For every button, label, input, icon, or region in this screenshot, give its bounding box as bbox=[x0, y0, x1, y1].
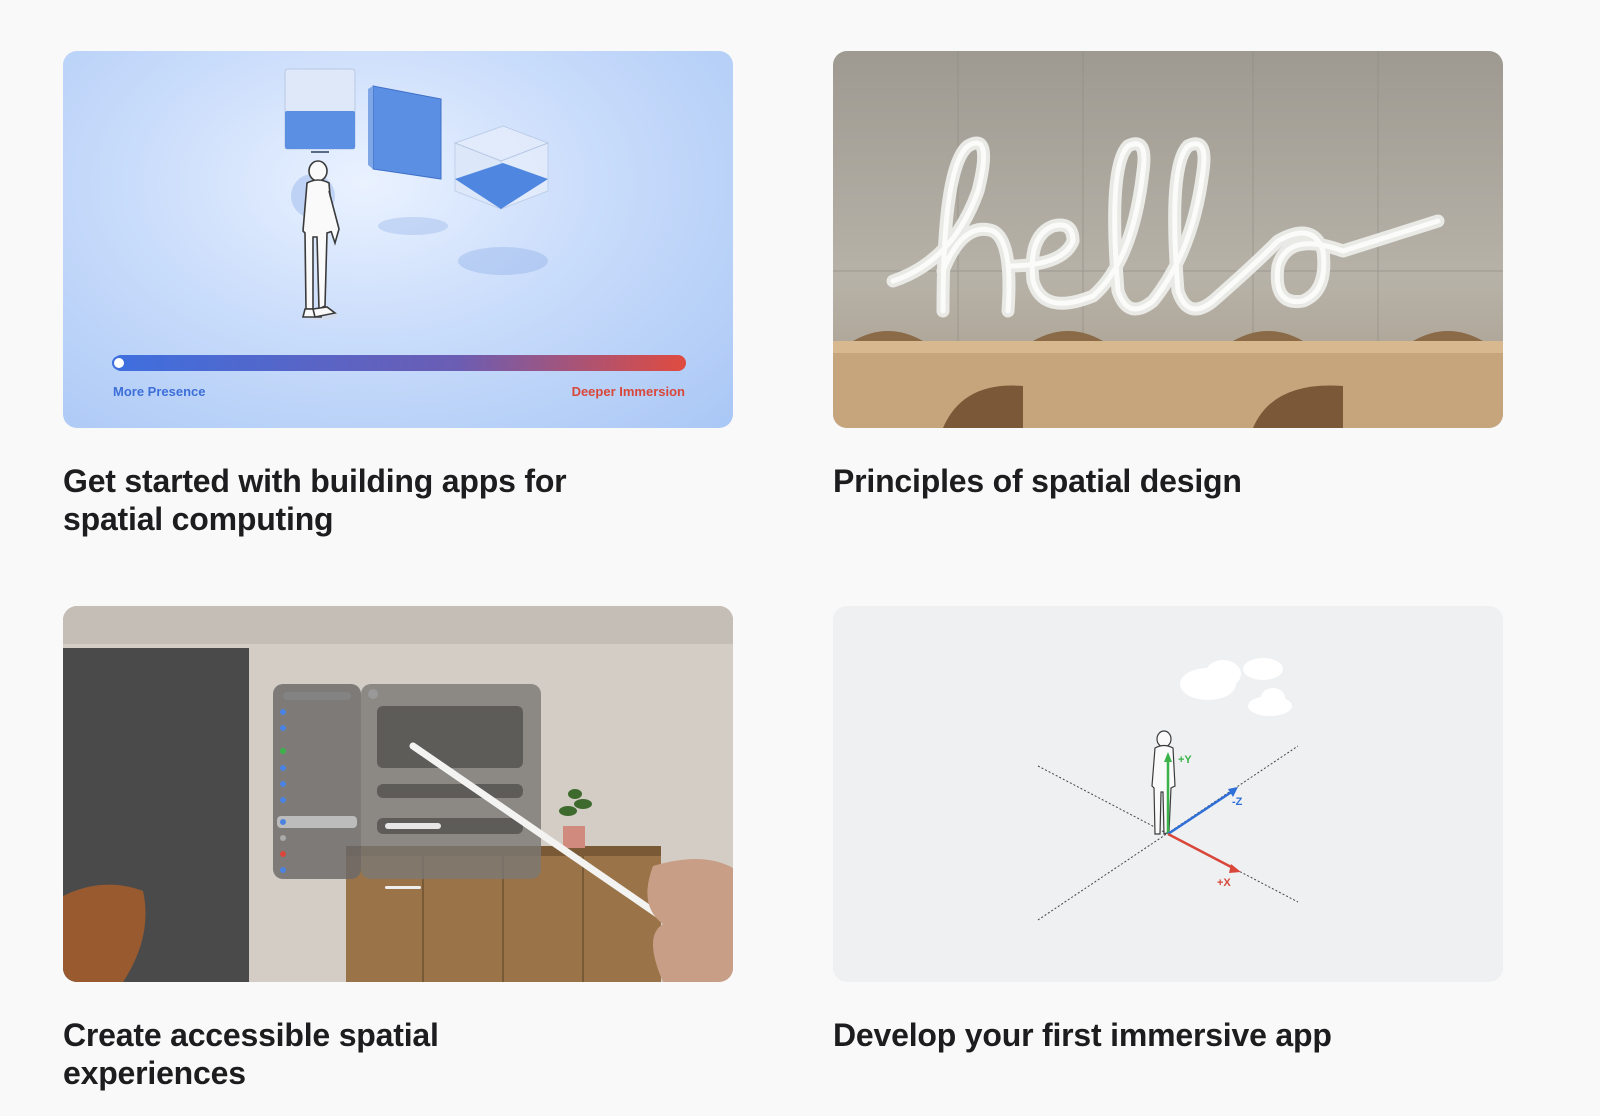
card-image-hello-sign bbox=[833, 51, 1503, 428]
card-get-started[interactable]: More Presence Deeper Immersion Get start… bbox=[63, 51, 733, 538]
more-presence-label: More Presence bbox=[113, 384, 206, 399]
card-accessible-experiences[interactable]: Create accessible spatial experiences bbox=[63, 606, 733, 1092]
axis-x-label: +X bbox=[1217, 877, 1231, 889]
axis-z-label: -Z bbox=[1232, 796, 1243, 808]
immersion-slider-track bbox=[113, 355, 686, 371]
card-image-immersion-spectrum: More Presence Deeper Immersion bbox=[63, 51, 733, 428]
accessibility-room-illustration bbox=[63, 606, 733, 982]
article-grid: More Presence Deeper Immersion Get start… bbox=[0, 0, 1600, 1116]
axes-illustration bbox=[1037, 658, 1299, 921]
card-title: Principles of spatial design bbox=[833, 463, 1242, 499]
person-figure bbox=[301, 160, 340, 320]
axis-y-label: +Y bbox=[1178, 754, 1192, 766]
immersion-illustration bbox=[112, 68, 686, 371]
hello-room-illustration bbox=[833, 51, 1503, 428]
card-spatial-design[interactable]: Principles of spatial design bbox=[833, 51, 1503, 500]
settings-sidebar bbox=[273, 684, 361, 879]
card-title: Create accessible spatial experiences bbox=[63, 1017, 439, 1091]
immersion-slider-thumb bbox=[112, 356, 126, 370]
card-image-coordinate-axes: +Y -Z +X bbox=[833, 606, 1503, 982]
cloud-icon bbox=[1180, 658, 1292, 716]
card-image-settings-window bbox=[63, 606, 733, 982]
card-title: Get started with building apps for spati… bbox=[63, 463, 567, 537]
card-first-immersive-app[interactable]: +Y -Z +X Develop your first immersive ap… bbox=[833, 606, 1503, 1054]
card-title: Develop your first immersive app bbox=[833, 1017, 1332, 1053]
deeper-immersion-label: Deeper Immersion bbox=[571, 384, 685, 399]
